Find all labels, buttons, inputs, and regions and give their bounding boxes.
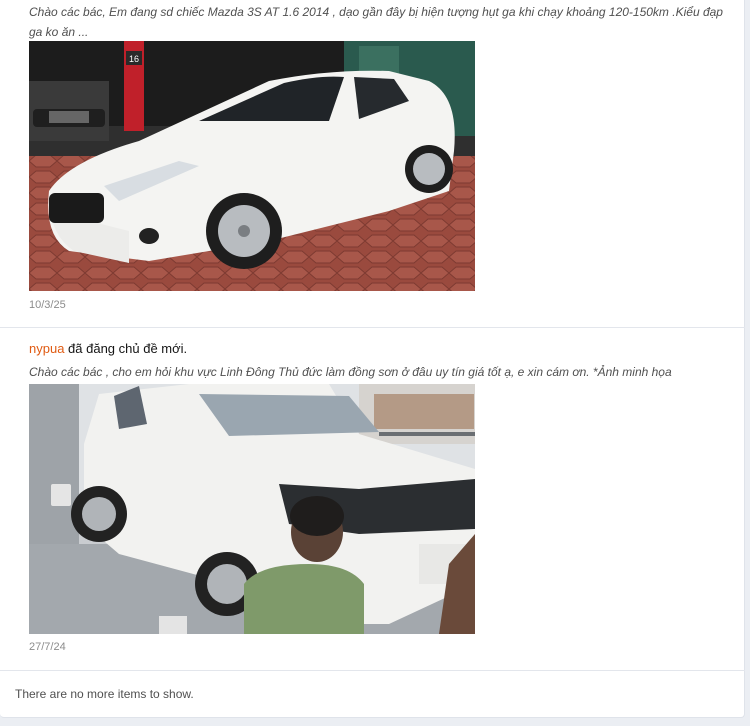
username-link[interactable]: nypua [29, 341, 64, 356]
post-snippet[interactable]: Chào các bác, Em đang sd chiếc Mazda 3S … [29, 2, 729, 42]
garage-sign-number: 16 [129, 54, 139, 64]
post-image-white-suv-repair[interactable] [29, 384, 475, 634]
list-item: Chào các bác, Em đang sd chiếc Mazda 3S … [0, 0, 745, 328]
activity-feed: Chào các bác, Em đang sd chiếc Mazda 3S … [0, 0, 745, 718]
list-item: nypua đã đăng chủ đề mới. Chào các bác ,… [0, 328, 745, 671]
no-more-items-message: There are no more items to show. [15, 687, 194, 701]
post-image-white-sedan[interactable]: 16 [29, 41, 475, 291]
post-date[interactable]: 27/7/24 [29, 641, 66, 653]
post-date[interactable]: 10/3/25 [29, 299, 66, 311]
activity-action-text: đã đăng chủ đề mới. [64, 341, 188, 356]
post-snippet[interactable]: Chào các bác , cho em hỏi khu vực Linh Đ… [29, 362, 729, 382]
activity-headline: nypua đã đăng chủ đề mới. [29, 341, 187, 356]
